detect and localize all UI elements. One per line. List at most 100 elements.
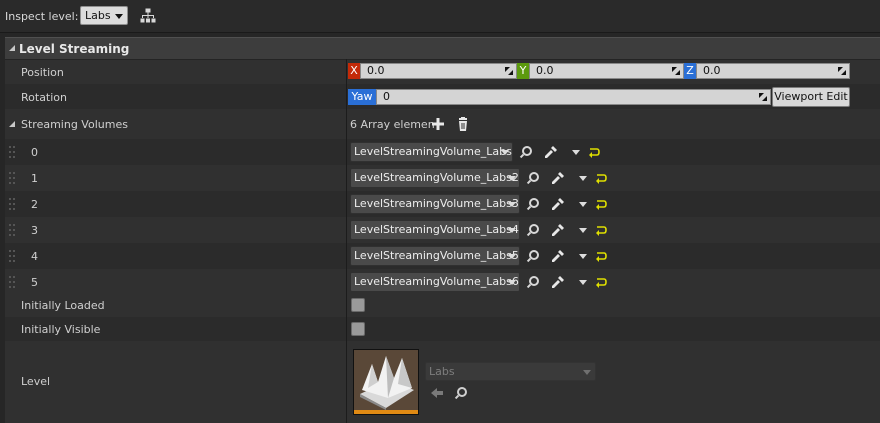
collapse-arrow-icon[interactable]	[9, 121, 15, 127]
category-header-level-streaming[interactable]: Level Streaming	[5, 37, 880, 59]
drag-handle-icon[interactable]	[9, 250, 15, 262]
rotation-yaw-value: 0	[383, 90, 390, 103]
eyedropper-icon[interactable]	[551, 223, 565, 237]
reset-to-default-icon[interactable]	[594, 171, 608, 185]
reset-to-default-icon[interactable]	[594, 197, 608, 211]
browse-search-icon[interactable]	[526, 249, 540, 263]
eyedropper-icon[interactable]	[551, 171, 565, 185]
yaw-label: Yaw	[348, 89, 376, 105]
browse-search-icon[interactable]	[526, 223, 540, 237]
category-title: Level Streaming	[19, 42, 130, 56]
streaming-volume-dropdown[interactable]: LevelStreamingVolume_Labs4	[350, 220, 520, 240]
add-element-icon[interactable]	[431, 117, 445, 131]
drag-resize-icon	[838, 67, 846, 75]
reset-to-default-icon[interactable]	[594, 275, 608, 289]
element-menu-chevron-icon[interactable]	[579, 228, 587, 233]
rotation-label: Rotation	[21, 91, 68, 104]
eyedropper-icon[interactable]	[551, 249, 565, 263]
position-x-field[interactable]: 0.0	[360, 63, 517, 79]
streaming-volume-value: LevelStreamingVolume_Labs4	[354, 223, 519, 236]
element-menu-chevron-icon[interactable]	[572, 150, 580, 155]
level-asset-icon	[360, 356, 414, 410]
position-z-value: 0.0	[703, 64, 721, 77]
list-item: 5 LevelStreamingVolume_Labs6	[5, 269, 880, 295]
x-axis-label: X	[348, 63, 360, 79]
streaming-volume-dropdown[interactable]: LevelStreamingVolume_Labs3	[350, 194, 520, 214]
chevron-down-icon	[508, 280, 516, 285]
details-panel: Level Streaming Position X 0.0 Y 0.0 Z 0…	[5, 37, 880, 423]
streaming-volumes-label: Streaming Volumes	[21, 118, 128, 131]
y-axis-label: Y	[517, 63, 529, 79]
array-index: 4	[31, 250, 38, 263]
element-menu-chevron-icon[interactable]	[579, 176, 587, 181]
streaming-volume-dropdown[interactable]: LevelStreamingVolume_Labs6	[350, 272, 520, 292]
column-splitter[interactable]	[346, 59, 347, 423]
level-label: Level	[21, 375, 51, 388]
chevron-down-icon	[508, 228, 516, 233]
array-index: 0	[31, 146, 38, 159]
streaming-volume-dropdown[interactable]: LevelStreamingVolume_Labs2	[350, 168, 520, 188]
position-z-field[interactable]: 0.0	[696, 63, 850, 79]
array-index: 1	[31, 172, 38, 185]
list-item: 3 LevelStreamingVolume_Labs4	[5, 217, 880, 243]
drag-handle-icon[interactable]	[9, 198, 15, 210]
list-item: 1 LevelStreamingVolume_Labs2	[5, 165, 880, 191]
drag-resize-icon	[672, 67, 680, 75]
eyedropper-icon[interactable]	[551, 197, 565, 211]
drag-resize-icon	[505, 67, 513, 75]
list-item: 4 LevelStreamingVolume_Labs5	[5, 243, 880, 269]
collapse-arrow-icon[interactable]	[9, 45, 15, 51]
level-thumbnail[interactable]	[353, 349, 419, 415]
streaming-volume-value: LevelStreamingVolume_Labs5	[354, 249, 519, 262]
initially-loaded-label: Initially Loaded	[21, 299, 105, 312]
chevron-down-icon	[508, 202, 516, 207]
trash-icon[interactable]	[456, 117, 470, 131]
streaming-volume-dropdown[interactable]: LevelStreamingVolume_Labs	[350, 142, 513, 162]
element-menu-chevron-icon[interactable]	[579, 254, 587, 259]
inspect-level-dropdown[interactable]: Labs	[80, 6, 128, 25]
streaming-volume-dropdown[interactable]: LevelStreamingVolume_Labs5	[350, 246, 520, 266]
initially-loaded-row: Initially Loaded	[5, 293, 880, 317]
rotation-yaw-field[interactable]: 0	[376, 89, 771, 105]
element-menu-chevron-icon[interactable]	[579, 202, 587, 207]
viewport-edit-button[interactable]: Viewport Edit	[772, 87, 850, 107]
drag-resize-icon	[759, 93, 767, 101]
level-asset-dropdown[interactable]: Labs	[425, 362, 596, 381]
chevron-down-icon	[115, 14, 123, 19]
drag-handle-icon[interactable]	[9, 172, 15, 184]
browse-search-icon[interactable]	[526, 197, 540, 211]
position-y-field[interactable]: 0.0	[529, 63, 684, 79]
level-asset-value: Labs	[429, 365, 455, 378]
browse-search-icon[interactable]	[526, 275, 540, 289]
initially-visible-checkbox[interactable]	[351, 322, 365, 336]
browse-search-icon[interactable]	[454, 386, 468, 400]
streaming-volume-value: LevelStreamingVolume_Labs	[354, 145, 512, 158]
position-row: Position X 0.0 Y 0.0 Z 0.0	[5, 60, 880, 84]
use-selected-arrow-icon[interactable]	[430, 386, 444, 400]
eyedropper-icon[interactable]	[551, 275, 565, 289]
browse-search-icon[interactable]	[526, 171, 540, 185]
drag-handle-icon[interactable]	[9, 224, 15, 236]
position-y-value: 0.0	[536, 64, 554, 77]
hierarchy-icon[interactable]	[140, 8, 156, 24]
position-x-value: 0.0	[367, 64, 385, 77]
array-index: 5	[31, 276, 38, 289]
reset-to-default-icon[interactable]	[594, 249, 608, 263]
reset-to-default-icon[interactable]	[594, 223, 608, 237]
inspect-level-value: Labs	[85, 9, 111, 22]
initially-loaded-checkbox[interactable]	[351, 298, 365, 312]
element-menu-chevron-icon[interactable]	[579, 280, 587, 285]
eyedropper-icon[interactable]	[544, 145, 558, 159]
position-label: Position	[21, 66, 64, 79]
list-item: 0 LevelStreamingVolume_Labs	[5, 139, 880, 165]
drag-handle-icon[interactable]	[9, 276, 15, 288]
reset-to-default-icon[interactable]	[587, 145, 601, 159]
drag-handle-icon[interactable]	[9, 146, 15, 158]
initially-visible-label: Initially Visible	[21, 323, 101, 336]
array-index: 2	[31, 198, 38, 211]
chevron-down-icon	[583, 370, 591, 375]
z-axis-label: Z	[684, 63, 696, 79]
browse-search-icon[interactable]	[519, 145, 533, 159]
initially-visible-row: Initially Visible	[5, 317, 880, 341]
streaming-volumes-row: Streaming Volumes 6 Array elemen	[5, 109, 880, 139]
